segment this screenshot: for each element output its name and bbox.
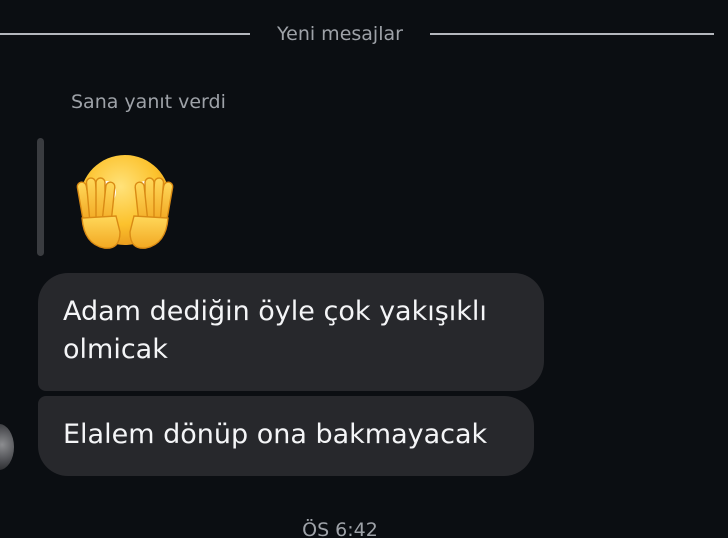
face-covering-eyes-icon[interactable]	[74, 152, 176, 254]
sender-avatar[interactable]	[0, 424, 14, 470]
message-bubble[interactable]: Elalem dönüp ona bakmayacak	[38, 396, 534, 476]
reply-quote-bar	[37, 138, 44, 256]
new-messages-divider-right	[430, 33, 714, 35]
message-text: Elalem dönüp ona bakmayacak	[63, 419, 488, 450]
message-bubble[interactable]: Adam dediğin öyle çok yakışıklı olmicak	[38, 273, 544, 391]
reply-caption: Sana yanıt verdi	[71, 91, 226, 113]
message-text: Adam dediğin öyle çok yakışıklı olmicak	[63, 296, 487, 365]
new-messages-divider-left	[0, 33, 250, 35]
new-messages-divider-label: Yeni mesajlar	[277, 23, 403, 45]
message-timestamp: ÖS 6:42	[302, 519, 378, 538]
chat-screen: Yeni mesajlar Sana yanıt verdi Adam dedi…	[0, 0, 728, 538]
